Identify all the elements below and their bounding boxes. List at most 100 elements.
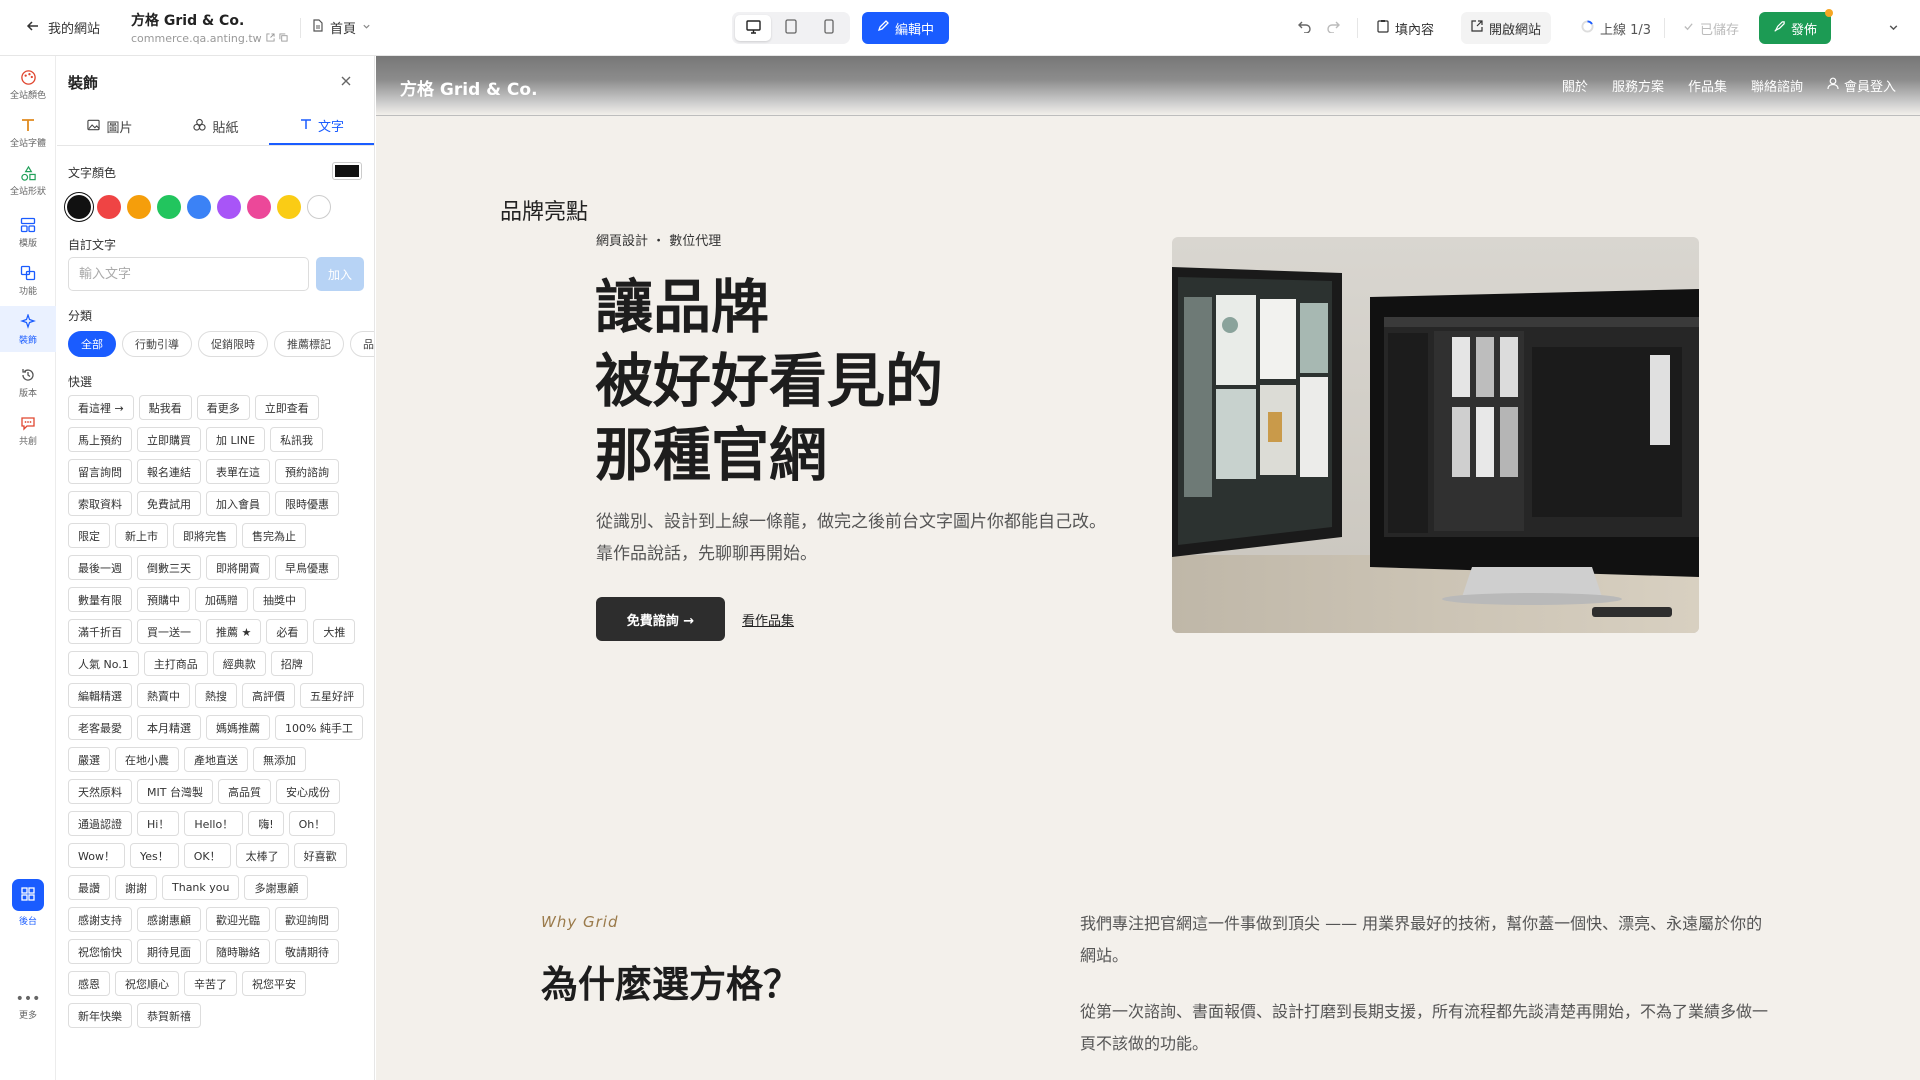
- quick-pick-chip[interactable]: MIT 台灣製: [137, 779, 213, 804]
- color-swatch[interactable]: [247, 195, 271, 219]
- color-swatch[interactable]: [97, 195, 121, 219]
- quick-pick-chip[interactable]: 產地直送: [184, 747, 248, 772]
- category-all[interactable]: 全部: [68, 331, 116, 357]
- quick-pick-chip[interactable]: 私訊我: [270, 427, 324, 452]
- quick-pick-chip[interactable]: 滿千折百: [68, 619, 132, 644]
- quick-pick-chip[interactable]: 編輯精選: [68, 683, 132, 708]
- quick-pick-chip[interactable]: 感謝支持: [68, 907, 132, 932]
- nav-services[interactable]: 服務方案: [1612, 76, 1664, 95]
- quick-pick-chip[interactable]: Wow！: [68, 843, 125, 868]
- quick-pick-chip[interactable]: 加 LINE: [206, 427, 266, 452]
- quick-pick-chip[interactable]: Yes！: [129, 843, 179, 868]
- quick-pick-chip[interactable]: 留言詢問: [68, 459, 132, 484]
- quick-pick-chip[interactable]: 限時優惠: [275, 491, 339, 516]
- undo-button[interactable]: [1297, 18, 1312, 37]
- quick-pick-chip[interactable]: 免費試用: [137, 491, 201, 516]
- quick-pick-chip[interactable]: 老客最愛: [68, 715, 132, 740]
- back-to-my-sites-button[interactable]: 我的網站: [26, 18, 100, 37]
- quick-pick-chip[interactable]: 看這裡 →: [68, 395, 134, 420]
- category-call-to-action[interactable]: 行動引導: [122, 331, 192, 357]
- publish-button[interactable]: 發佈: [1759, 12, 1831, 44]
- quick-pick-chip[interactable]: 點我看: [138, 395, 192, 420]
- tab-text[interactable]: 文字: [269, 108, 374, 145]
- quick-pick-chip[interactable]: 大推: [313, 619, 356, 644]
- rail-item-decoration[interactable]: 裝飾: [0, 306, 56, 352]
- quick-pick-chip[interactable]: 預購中: [137, 587, 190, 612]
- quick-pick-chip[interactable]: 祝您愉快: [68, 939, 132, 964]
- quick-pick-chip[interactable]: 即將開賣: [206, 555, 270, 580]
- close-panel-button[interactable]: [340, 72, 352, 91]
- tab-stickers[interactable]: 貼紙: [163, 108, 269, 145]
- quick-pick-chip[interactable]: 100% 純手工: [275, 715, 363, 740]
- quick-pick-chip[interactable]: 感恩: [68, 971, 110, 996]
- quick-pick-chip[interactable]: 立即購買: [137, 427, 201, 452]
- quick-pick-chip[interactable]: 歡迎光臨: [206, 907, 270, 932]
- nav-about[interactable]: 關於: [1562, 76, 1588, 95]
- quick-pick-chip[interactable]: 預約諮詢: [275, 459, 339, 484]
- quick-pick-chip[interactable]: 安心成份: [275, 779, 340, 804]
- quick-pick-chip[interactable]: 報名連結: [137, 459, 201, 484]
- quick-pick-chip[interactable]: 歡迎詢問: [275, 907, 339, 932]
- custom-text-input[interactable]: [68, 257, 309, 291]
- hero-image-workstation[interactable]: [1172, 237, 1699, 633]
- category-recommended[interactable]: 推薦標記: [274, 331, 344, 357]
- quick-pick-chip[interactable]: 天然原料: [68, 779, 132, 804]
- quick-pick-chip[interactable]: 在地小農: [115, 747, 179, 772]
- rail-item-templates[interactable]: 模版: [0, 216, 56, 249]
- quick-pick-chip[interactable]: 媽媽推薦: [206, 715, 270, 740]
- rail-item-features[interactable]: 功能: [0, 264, 56, 297]
- quick-pick-chip[interactable]: 隨時聯絡: [206, 939, 270, 964]
- more-menu-chevron[interactable]: [1888, 18, 1899, 37]
- quick-pick-chip[interactable]: 太棒了: [235, 843, 289, 868]
- quick-pick-chip[interactable]: 馬上預約: [68, 427, 132, 452]
- quick-pick-chip[interactable]: 看更多: [196, 395, 250, 420]
- quick-pick-chip[interactable]: 通過認證: [68, 811, 132, 836]
- nav-contact[interactable]: 聯絡諮詢: [1751, 76, 1803, 95]
- quick-pick-chip[interactable]: 最後一週: [68, 555, 132, 580]
- nav-portfolio[interactable]: 作品集: [1688, 76, 1727, 95]
- quick-pick-chip[interactable]: 熱搜: [195, 683, 237, 708]
- external-link-icon[interactable]: [266, 32, 275, 45]
- desktop-view-button[interactable]: [735, 15, 771, 41]
- quick-pick-chip[interactable]: 熱賣中: [137, 683, 190, 708]
- color-swatch[interactable]: [217, 195, 241, 219]
- quick-pick-chip[interactable]: OK！: [183, 843, 231, 868]
- section-heading[interactable]: 品牌亮點: [500, 194, 588, 226]
- tab-images[interactable]: 圖片: [57, 108, 163, 145]
- quick-pick-chip[interactable]: 本月精選: [137, 715, 201, 740]
- why-paragraph[interactable]: 從第一次諮詢、書面報價、設計打磨到長期支援，所有流程都先談清楚再開始，不為了業績…: [1080, 996, 1770, 1060]
- quick-pick-chip[interactable]: 表單在這: [206, 459, 270, 484]
- hero-description[interactable]: 從識別、設計到上線一條龍，做完之後前台文字圖片你都能自己改。靠作品說話，先聊聊再…: [596, 506, 1116, 570]
- copy-icon[interactable]: [279, 32, 288, 45]
- quick-pick-chip[interactable]: 必看: [266, 619, 309, 644]
- quick-pick-chip[interactable]: 祝您順心: [115, 971, 179, 996]
- quick-pick-chip[interactable]: 抽獎中: [253, 587, 306, 612]
- quick-pick-chip[interactable]: 無添加: [253, 747, 306, 772]
- edit-mode-button[interactable]: 編輯中: [862, 12, 949, 44]
- quick-pick-chip[interactable]: 數量有限: [68, 587, 132, 612]
- quick-pick-chip[interactable]: 最讚: [68, 875, 110, 900]
- quick-pick-chip[interactable]: 加碼贈: [195, 587, 248, 612]
- quick-pick-chip[interactable]: 謝謝: [115, 875, 157, 900]
- color-swatch[interactable]: [277, 195, 301, 219]
- quick-pick-chip[interactable]: 倒數三天: [137, 555, 201, 580]
- why-tag[interactable]: Why Grid: [541, 913, 618, 931]
- quick-pick-chip[interactable]: 招牌: [270, 651, 313, 676]
- view-portfolio-link[interactable]: 看作品集: [742, 610, 794, 629]
- free-consult-button[interactable]: 免費諮詢 →: [596, 597, 725, 641]
- color-swatch[interactable]: [67, 195, 91, 219]
- color-swatch[interactable]: [127, 195, 151, 219]
- fill-content-button[interactable]: 填內容: [1367, 12, 1444, 44]
- rail-item-site-shapes[interactable]: 全站形狀: [0, 164, 56, 197]
- quick-pick-chip[interactable]: 恭賀新禧: [137, 1003, 201, 1028]
- redo-button[interactable]: [1326, 18, 1341, 37]
- quick-pick-chip[interactable]: 感謝惠顧: [137, 907, 201, 932]
- color-swatch[interactable]: [157, 195, 181, 219]
- quick-pick-chip[interactable]: Thank you: [162, 875, 240, 900]
- quick-pick-chip[interactable]: 限定: [68, 523, 110, 548]
- quick-pick-chip[interactable]: 即將完售: [173, 523, 237, 548]
- quick-pick-chip[interactable]: 嚴選: [68, 747, 110, 772]
- hero-title[interactable]: 讓品牌 被好好看見的 那種官網: [595, 270, 943, 492]
- quick-pick-chip[interactable]: 推薦 ★: [206, 619, 262, 644]
- quick-pick-chip[interactable]: 祝您平安: [242, 971, 306, 996]
